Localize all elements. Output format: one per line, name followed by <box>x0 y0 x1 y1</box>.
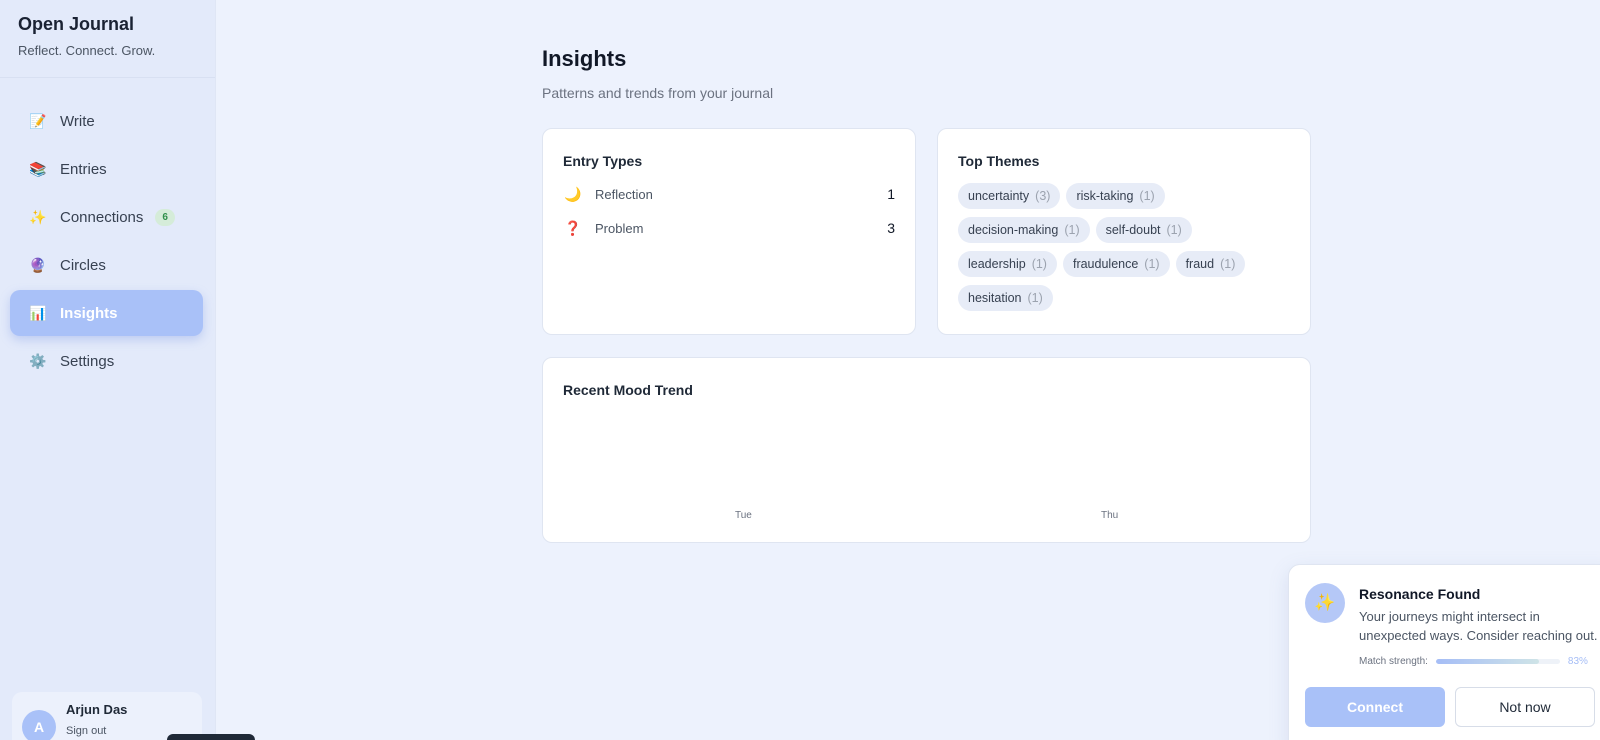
sidebar-item-insights[interactable]: 📊 Insights <box>10 290 203 336</box>
theme-chip[interactable]: decision-making (1) <box>958 217 1090 243</box>
not-now-button[interactable]: Not now <box>1455 687 1595 727</box>
entry-types-title: Entry Types <box>563 153 643 169</box>
entry-type-label: Problem <box>595 220 644 236</box>
entry-type-row: ❓ Problem 3 <box>563 219 895 237</box>
theme-chip[interactable]: hesitation (1) <box>958 285 1053 311</box>
main-header: Insights Patterns and trends from your j… <box>542 46 1312 101</box>
entry-type-count: 3 <box>887 220 895 236</box>
theme-count: (1) <box>1166 223 1182 237</box>
resonance-toast: ✨ Resonance Found Your journeys might in… <box>1288 564 1600 740</box>
theme-count: (1) <box>1139 189 1155 203</box>
top-themes-card: Top Themes uncertainty (3) risk-taking (1)… <box>937 128 1311 335</box>
sidebar-item-write[interactable]: 📝 Write <box>10 98 203 144</box>
sparkles-icon: ✨ <box>1305 583 1345 623</box>
toast-message: Your journeys might intersect in unexpec… <box>1359 609 1598 643</box>
match-strength-bar <box>1435 659 1560 664</box>
app-title: Open Journal <box>18 14 135 34</box>
sidebar-item-circles[interactable]: 🔮 Circles <box>10 242 203 288</box>
theme-name: self-doubt <box>1105 223 1161 237</box>
toast-title: Resonance Found <box>1359 586 1481 602</box>
entry-type-row: 🌙 Reflection 1 <box>563 185 895 203</box>
bar-chart-icon: 📊 <box>29 304 47 321</box>
theme-chip[interactable]: uncertainty (3) <box>958 183 1061 209</box>
theme-name: leadership <box>968 257 1026 271</box>
match-strength-value: 83% <box>1567 656 1588 667</box>
sidebar: Open Journal Reflect. Connect. Grow. 📝 W… <box>0 0 216 740</box>
theme-name: decision-making <box>968 223 1059 237</box>
mood-trend-card: Recent Mood Trend Tue Thu <box>542 357 1311 543</box>
theme-chip-list: uncertainty (3) risk-taking (1) decision-m… <box>958 183 1278 319</box>
user-card: A Arjun Das Sign out <box>12 692 202 740</box>
theme-chip[interactable]: risk-taking (1) <box>1066 183 1165 209</box>
sidebar-item-label: Settings <box>60 352 115 370</box>
page-title: Insights <box>542 46 627 71</box>
theme-name: hesitation <box>968 291 1022 305</box>
sparkles-icon: ✨ <box>29 208 47 225</box>
avatar[interactable]: A <box>22 710 56 740</box>
theme-count: (1) <box>1031 257 1047 271</box>
connect-button[interactable]: Connect <box>1305 687 1445 727</box>
sidebar-nav: 📝 Write 📚 Entries ✨ Connections 6 🔮 Circ… <box>0 98 215 384</box>
bottom-dock-tab[interactable] <box>167 734 255 740</box>
question-mark-icon: ❓ <box>564 219 582 236</box>
mood-trend-title: Recent Mood Trend <box>563 382 693 398</box>
match-strength: Match strength: 83% <box>1359 656 1588 667</box>
theme-name: risk-taking <box>1076 189 1134 203</box>
theme-count: (1) <box>1064 223 1080 237</box>
page-subtitle: Patterns and trends from your journal <box>542 85 774 101</box>
mood-day-label: Tue <box>735 510 752 521</box>
theme-count: (3) <box>1035 189 1051 203</box>
sidebar-item-label: Connections <box>60 208 144 226</box>
crystal-ball-icon: 🔮 <box>29 256 47 273</box>
theme-count: (1) <box>1144 257 1160 271</box>
match-strength-label: Match strength: <box>1359 656 1428 667</box>
sidebar-item-label: Circles <box>60 256 106 274</box>
sidebar-item-label: Insights <box>60 304 118 322</box>
top-themes-title: Top Themes <box>958 153 1040 169</box>
mood-day-label: Thu <box>1101 510 1119 521</box>
brand: Open Journal Reflect. Connect. Grow. <box>0 0 215 78</box>
sign-out-link[interactable]: Sign out <box>66 725 127 737</box>
sidebar-item-connections[interactable]: ✨ Connections 6 <box>10 194 203 240</box>
entry-type-count: 1 <box>887 186 895 202</box>
theme-chip[interactable]: fraudulence (1) <box>1062 251 1170 277</box>
sidebar-item-entries[interactable]: 📚 Entries <box>10 146 203 192</box>
entry-types-card: Entry Types 🌙 Reflection 1 ❓ Problem 3 <box>542 128 916 335</box>
connections-count-badge: 6 <box>155 208 175 226</box>
theme-count: (1) <box>1220 257 1236 271</box>
memo-icon: 📝 <box>29 112 47 129</box>
moon-icon: 🌙 <box>564 185 582 202</box>
theme-name: uncertainty <box>968 189 1030 203</box>
sidebar-item-label: Entries <box>60 160 107 178</box>
user-name: Arjun Das <box>66 702 128 717</box>
theme-count: (1) <box>1027 291 1043 305</box>
sidebar-item-label: Write <box>60 112 95 130</box>
sidebar-item-settings[interactable]: ⚙️ Settings <box>10 338 203 384</box>
theme-name: fraudulence <box>1072 257 1139 271</box>
books-icon: 📚 <box>29 160 47 177</box>
entry-type-label: Reflection <box>595 186 653 202</box>
theme-chip[interactable]: fraud (1) <box>1175 251 1246 277</box>
theme-name: fraud <box>1185 257 1215 271</box>
app-tagline: Reflect. Connect. Grow. <box>18 43 156 58</box>
theme-chip[interactable]: leadership (1) <box>958 251 1057 277</box>
match-strength-fill <box>1435 659 1539 664</box>
gear-icon: ⚙️ <box>29 352 47 369</box>
theme-chip[interactable]: self-doubt (1) <box>1095 217 1192 243</box>
